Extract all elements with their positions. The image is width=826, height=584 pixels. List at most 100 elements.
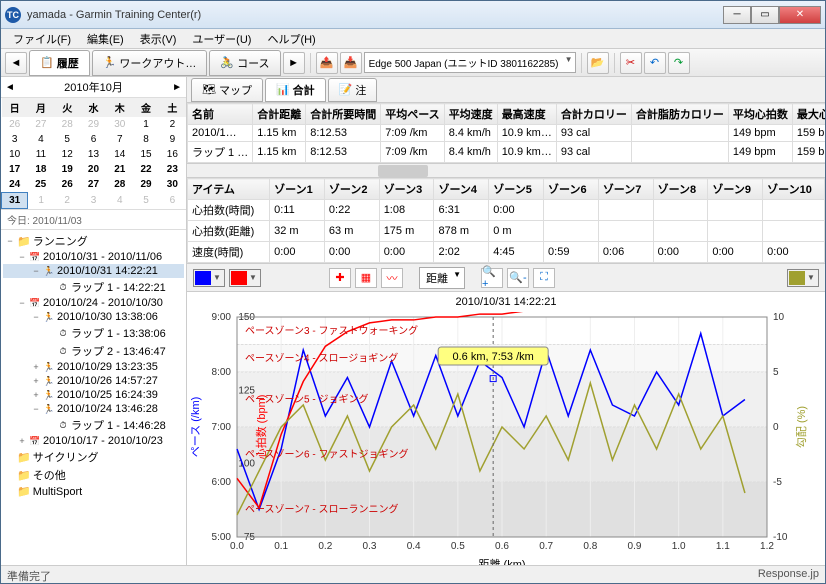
nav-back-button[interactable]: ◄ <box>5 52 27 74</box>
recv-device-button[interactable]: 📥 <box>340 52 362 74</box>
menu-edit[interactable]: 編集(E) <box>79 29 132 49</box>
xaxis-combo[interactable]: 距離 <box>419 267 465 289</box>
grid-header[interactable]: ゾーン3 <box>379 179 434 200</box>
menu-view[interactable]: 表示(V) <box>132 29 185 49</box>
cal-day[interactable]: 17 <box>2 162 28 177</box>
cal-day[interactable]: 30 <box>159 177 185 193</box>
tree-running[interactable]: −📁ランニング <box>3 232 184 250</box>
grid-header[interactable]: ゾーン10 <box>763 179 825 200</box>
grid-scrollbar[interactable] <box>187 163 825 177</box>
cal-day[interactable]: 20 <box>80 162 106 177</box>
grid-header[interactable]: ゾーン7 <box>598 179 653 200</box>
series3-color[interactable]: ▼ <box>787 269 819 287</box>
grid-row[interactable]: 速度(時間)0:000:000:002:024:450:590:060:000:… <box>188 242 825 263</box>
cal-day[interactable]: 8 <box>133 132 159 147</box>
tree-act2[interactable]: −🏃2010/10/30 13:38:06 <box>3 310 184 324</box>
series2-color[interactable]: ▼ <box>229 269 261 287</box>
tab-note[interactable]: 📝 注 <box>328 78 378 102</box>
tool-redo-button[interactable]: ↷ <box>668 52 690 74</box>
send-device-button[interactable]: 📤 <box>316 52 338 74</box>
grid-header[interactable]: 合計所要時間 <box>306 104 381 125</box>
tab-total[interactable]: 📊 合計 <box>265 78 326 102</box>
cal-day[interactable]: 10 <box>2 147 28 162</box>
cal-day[interactable]: 30 <box>107 117 133 132</box>
menu-user[interactable]: ユーザー(U) <box>184 29 259 49</box>
grid-header[interactable]: ゾーン8 <box>653 179 708 200</box>
tree-lap2b[interactable]: ⏱ラップ 2 - 13:46:47 <box>3 342 184 360</box>
maximize-button[interactable]: ▭ <box>751 6 779 24</box>
device-combo[interactable]: Edge 500 Japan (ユニットID 3801162285) <box>364 52 576 73</box>
cal-day[interactable]: 1 <box>133 117 159 132</box>
cal-prev-button[interactable]: ◄ <box>5 82 15 93</box>
chart-area[interactable]: 2010/10/31 14:22:21 0.00.10.20.30.40.50.… <box>187 292 825 565</box>
cal-day[interactable]: 23 <box>159 162 185 177</box>
cal-day[interactable]: 14 <box>107 147 133 162</box>
tool-open-button[interactable]: 📂 <box>587 52 609 74</box>
cal-day[interactable]: 4 <box>107 193 133 209</box>
grid-header[interactable]: ゾーン9 <box>708 179 763 200</box>
minimize-button[interactable]: ─ <box>723 6 751 24</box>
cal-day[interactable]: 26 <box>2 117 28 132</box>
cal-day[interactable]: 11 <box>28 147 54 162</box>
tree-week2[interactable]: −📅2010/10/24 - 2010/10/30 <box>3 296 184 310</box>
cal-day[interactable]: 21 <box>107 162 133 177</box>
tree-multi[interactable]: 📁MultiSport <box>3 484 184 499</box>
tool-undo-button[interactable]: ↶ <box>644 52 666 74</box>
cal-day[interactable]: 6 <box>80 132 106 147</box>
grid-header[interactable]: 名前 <box>188 104 253 125</box>
grid-header[interactable]: 平均心拍数 <box>728 104 792 125</box>
cal-day[interactable]: 27 <box>28 117 54 132</box>
cal-day[interactable]: 13 <box>80 147 106 162</box>
tree-lap6[interactable]: ⏱ラップ 1 - 14:46:28 <box>3 416 184 434</box>
grid-header[interactable]: 最大心拍数 <box>792 104 825 125</box>
grid-row[interactable]: 心拍数(距離)32 m63 m175 m878 m0 m <box>188 221 825 242</box>
grid-header[interactable]: アイテム <box>188 179 270 200</box>
cal-day[interactable]: 26 <box>54 177 80 193</box>
tool-cut-button[interactable]: ✂ <box>620 52 642 74</box>
grid-header[interactable]: ゾーン5 <box>489 179 544 200</box>
cal-day[interactable]: 31 <box>2 193 28 209</box>
tree-act4[interactable]: +🏃2010/10/26 14:57:27 <box>3 374 184 388</box>
tree-lap2a[interactable]: ⏱ラップ 1 - 13:38:06 <box>3 324 184 342</box>
cal-day[interactable]: 29 <box>80 117 106 132</box>
grid-header[interactable]: 最高速度 <box>497 104 556 125</box>
cal-day[interactable]: 1 <box>28 193 54 209</box>
cal-day[interactable]: 3 <box>80 193 106 209</box>
series1-color[interactable]: ▼ <box>193 269 225 287</box>
cal-next-button[interactable]: ► <box>172 82 182 93</box>
cal-day[interactable]: 29 <box>133 177 159 193</box>
grid-header[interactable]: ゾーン6 <box>544 179 599 200</box>
menu-file[interactable]: ファイル(F) <box>5 29 79 49</box>
marker-cross-button[interactable]: ✚ <box>329 268 351 288</box>
tab-workout[interactable]: 🏃 ワークアウト… <box>92 50 208 76</box>
cal-day[interactable]: 5 <box>133 193 159 209</box>
grid-row[interactable]: 2010/1…1.15 km8:12.537:09 /km8.4 km/h10.… <box>188 125 826 142</box>
cal-day[interactable]: 4 <box>28 132 54 147</box>
cal-day[interactable]: 2 <box>54 193 80 209</box>
fit-button[interactable]: ⛶ <box>533 268 555 288</box>
cal-day[interactable]: 3 <box>2 132 28 147</box>
cal-day[interactable]: 6 <box>159 193 185 209</box>
cal-day[interactable]: 27 <box>80 177 106 193</box>
tree-act3[interactable]: +🏃2010/10/29 13:23:35 <box>3 360 184 374</box>
cal-day[interactable]: 18 <box>28 162 54 177</box>
cal-day[interactable]: 24 <box>2 177 28 193</box>
cal-day[interactable]: 28 <box>107 177 133 193</box>
cal-day[interactable]: 28 <box>54 117 80 132</box>
cal-day[interactable]: 25 <box>28 177 54 193</box>
zoom-out-button[interactable]: 🔍- <box>507 268 529 288</box>
close-button[interactable]: ✕ <box>779 6 821 24</box>
grid-header[interactable]: 平均速度 <box>444 104 497 125</box>
line-style-button[interactable]: 〰 <box>381 268 403 288</box>
tree-week3[interactable]: +📅2010/10/17 - 2010/10/23 <box>3 434 184 448</box>
tab-history[interactable]: 📋 履歴 <box>29 50 90 76</box>
zoom-in-button[interactable]: 🔍+ <box>481 268 503 288</box>
grid-header[interactable]: 合計距離 <box>253 104 306 125</box>
cal-day[interactable]: 16 <box>159 147 185 162</box>
grid-header[interactable]: ゾーン4 <box>434 179 489 200</box>
tree-act1[interactable]: −🏃2010/10/31 14:22:21 <box>3 264 184 278</box>
grid-row[interactable]: ラップ 1 …1.15 km8:12.537:09 /km8.4 km/h10.… <box>188 142 826 163</box>
cal-day[interactable]: 22 <box>133 162 159 177</box>
marker-box-button[interactable]: ▦ <box>355 268 377 288</box>
cal-day[interactable]: 7 <box>107 132 133 147</box>
